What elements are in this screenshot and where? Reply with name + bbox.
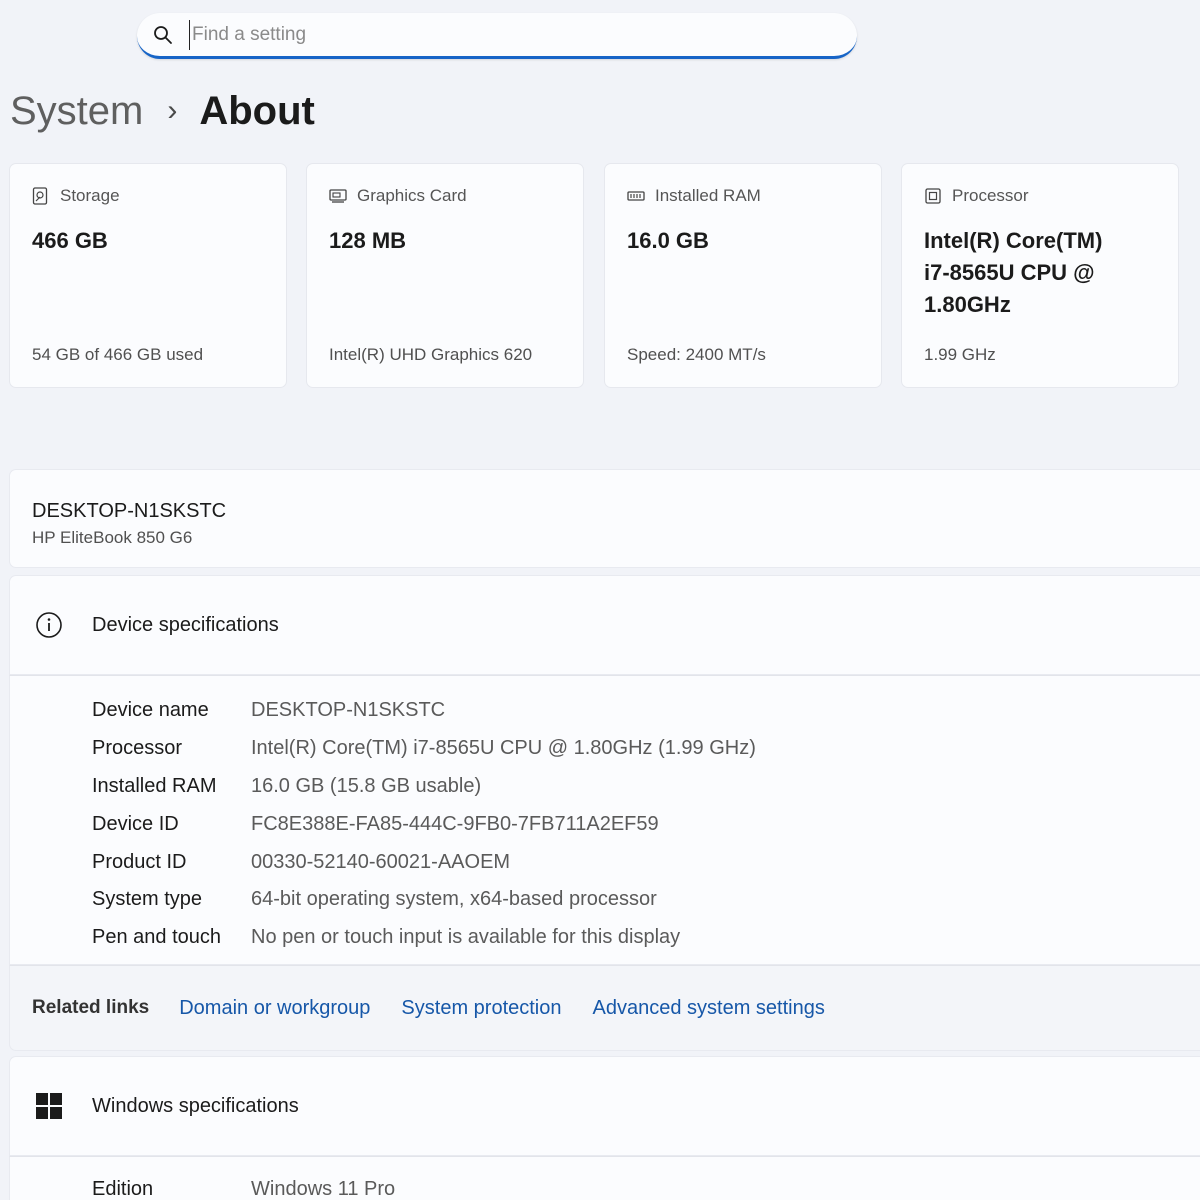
processor-card[interactable]: Processor Intel(R) Core(TM) i7-8565U CPU… [901,163,1179,388]
domain-or-workgroup-link[interactable]: Domain or workgroup [179,997,370,1020]
spec-label: Edition [92,1178,154,1200]
advanced-system-settings-link[interactable]: Advanced system settings [593,997,825,1020]
spec-label: Processor [92,737,183,760]
system-protection-link[interactable]: System protection [401,997,561,1020]
search-input[interactable] [189,19,789,50]
breadcrumb: System › About [10,86,315,136]
spec-label: Product ID [92,850,187,873]
section-title: Windows specifications [92,1094,299,1117]
windows-specifications-header[interactable]: Windows specifications [9,1056,1200,1156]
spec-value: 16.0 GB (15.8 GB usable) [251,774,482,797]
spec-label: System type [92,888,203,911]
spec-value: 64-bit operating system, x64-based proce… [251,888,657,911]
card-title: Processor [952,186,1029,205]
spec-row: Processor Intel(R) Core(TM) i7-8565U CPU… [92,730,1200,768]
search-icon [153,24,175,46]
device-model: HP EliteBook 850 G6 [32,528,193,547]
card-title: Graphics Card [357,186,467,205]
info-icon [34,610,64,640]
card-subtext: Intel(R) UHD Graphics 620 [329,345,533,364]
windows-logo-icon [34,1091,64,1121]
device-specifications-list: Device name DESKTOP-N1SKSTC Processor In… [9,675,1200,965]
spec-value: FC8E388E-FA85-444C-9FB0-7FB711A2EF59 [251,812,659,835]
related-links-bar: Related links Domain or workgroup System… [9,965,1200,1051]
spec-row: Edition Windows 11 Pro [92,1171,1200,1200]
spec-row: Pen and touch No pen or touch input is a… [92,919,1200,957]
spec-value: 00330-52140-60021-AAOEM [251,850,511,873]
windows-specifications-list: Edition Windows 11 Pro [9,1156,1200,1200]
card-subtext: Speed: 2400 MT/s [627,345,766,364]
page-title: About [199,88,315,133]
section-title: Device specifications [92,613,279,636]
card-value: Intel(R) Core(TM) i7-8565U CPU @ 1.80GHz [924,228,1103,317]
storage-card[interactable]: Storage 466 GB 54 GB of 466 GB used [9,163,287,388]
related-links-label: Related links [32,997,150,1018]
spec-row: System type 64-bit operating system, x64… [92,881,1200,919]
spec-label: Pen and touch [92,926,221,949]
spec-label: Device name [92,699,209,722]
spec-row: Device ID FC8E388E-FA85-444C-9FB0-7FB711… [92,805,1200,843]
spec-value: Windows 11 Pro [251,1178,396,1200]
breadcrumb-system-link[interactable]: System [10,89,143,134]
chevron-right-icon: › [167,94,178,127]
installed-ram-card[interactable]: Installed RAM 16.0 GB Speed: 2400 MT/s [604,163,882,388]
graphics-card-card[interactable]: Graphics Card 128 MB Intel(R) UHD Graphi… [306,163,584,388]
spec-row: Product ID 00330-52140-60021-AAOEM [92,843,1200,881]
card-subtext: 54 GB of 466 GB used [32,345,204,364]
spec-value: Intel(R) Core(TM) i7-8565U CPU @ 1.80GHz… [251,737,756,760]
card-title: Installed RAM [655,186,761,205]
card-title: Storage [60,186,120,205]
ram-icon [627,187,645,205]
card-value: 128 MB [329,228,407,253]
card-subtext: 1.99 GHz [924,345,996,364]
device-name-panel: DESKTOP-N1SKSTC HP EliteBook 850 G6 [9,469,1200,568]
search-box[interactable] [137,13,857,59]
graphics-card-icon [329,187,347,205]
spec-label: Device ID [92,812,179,835]
storage-icon [32,187,50,205]
processor-icon [924,187,942,205]
spec-label: Installed RAM [92,774,217,797]
spec-row: Installed RAM 16.0 GB (15.8 GB usable) [92,768,1200,806]
spec-value: DESKTOP-N1SKSTC [251,699,446,722]
device-specifications-header[interactable]: Device specifications [9,575,1200,675]
spec-row: Device name DESKTOP-N1SKSTC [92,692,1200,730]
card-value: 16.0 GB [627,228,709,253]
spec-value: No pen or touch input is available for t… [251,926,681,949]
card-value: 466 GB [32,228,108,253]
device-name: DESKTOP-N1SKSTC [32,500,227,522]
